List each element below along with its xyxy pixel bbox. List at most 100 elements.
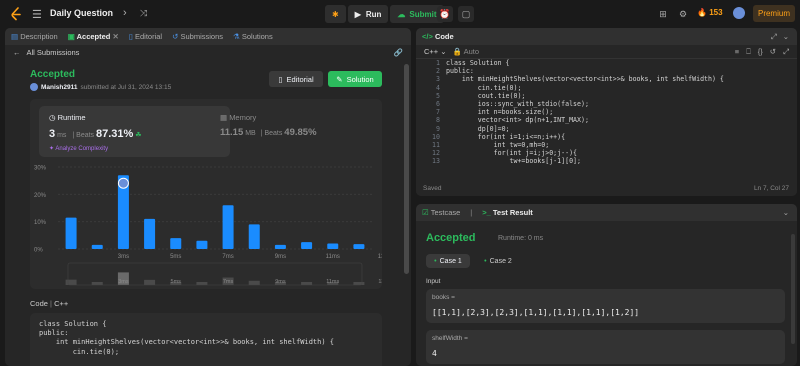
dot-icon: • [484,257,487,265]
runtime-unit: ms [57,132,67,139]
code-editor-panel: </> Code ⤢ ⌄ C++ ⌄ 🔒 Auto ≡ ⎕{} ↺ ⤢ 12345678… [416,28,797,196]
editorial-button[interactable]: ▯ Editorial [269,71,323,87]
line-number: 10 [432,132,440,141]
memory-header[interactable]: ▦ Memory [220,113,256,122]
tab-description[interactable]: ▤ Description [11,32,58,41]
result-status: Accepted [426,232,476,244]
cursor-position: Ln 7, Col 27 [753,185,789,192]
alarm-clock-icon[interactable]: ⏰ [437,6,453,22]
tab-test-result[interactable]: >_ Test Result [482,208,533,217]
notes-icon[interactable]: ▢ [458,6,474,22]
auto-mode-toggle[interactable]: 🔒 Auto [453,47,479,56]
code-line: int n=books.size(); [446,108,554,117]
distribution-bar [222,205,234,249]
tab-testcase[interactable]: ☑ Testcase [422,208,460,217]
left-tabs: ▤ Description ▣ Accepted ✕ ▯ Editorial ↺… [5,28,411,45]
left-scrollbar[interactable] [404,64,409,274]
case-1-button[interactable]: • Case 1 [426,254,470,268]
lock-icon: 🔒 [452,47,462,56]
code-language: C++ [54,299,69,308]
tab-solutions[interactable]: ⚗ Solutions [233,32,273,41]
y-tick-label: 0% [34,248,43,254]
code-line: class Solution { [39,320,107,328]
editorial-label: Editorial [286,74,314,84]
code-editor-text[interactable]: class Solution {public: int minHeightShe… [446,59,724,166]
overview-tick-label: 5ms [171,279,182,285]
tab-editorial[interactable]: ▯ Editorial [129,32,162,41]
language-value: C++ [424,47,439,56]
code-line: int minHeightShelves(vector<vector<int>>… [446,75,724,84]
tab-label: Editorial [135,32,163,41]
memory-unit: MB [245,130,256,137]
leetcode-logo-icon[interactable] [10,7,22,21]
daily-question-title[interactable]: Daily Question [50,8,113,18]
submitter-line: Manish2911 submitted at Jul 31, 2024 13:… [30,83,171,91]
tab-submissions[interactable]: ↺ Submissions [172,32,223,41]
code-line: int minHeightShelves(vector<vector<int>>… [39,338,335,347]
submission-status: Accepted [30,69,76,80]
books-input-box[interactable]: books = [[1,1],[2,3],[2,3],[1,1],[1,1],[… [426,289,785,323]
solution-button[interactable]: ✎ Solution [328,71,382,87]
premium-button[interactable]: Premium [753,5,795,22]
overview-tick-label: 13ms [378,279,382,285]
line-number: 2 [436,67,440,76]
language-select[interactable]: C++ ⌄ [424,47,447,56]
code-editor-header: </> Code ⤢ ⌄ [416,28,797,45]
memory-beats-label: Beats [264,130,283,137]
overview-tick-label: 3ms [118,279,129,285]
distribution-bar [248,224,260,249]
shuffle-icon[interactable]: ⤨ [140,8,147,19]
top-bar: ☰ Daily Question ‹ › ⤨ ✱ ▶ Run ☁ Submit ⏰ … [0,0,800,27]
tab-accepted[interactable]: ▣ Accepted ✕ [68,32,119,41]
run-button[interactable]: ▶ Run [347,5,389,23]
braces-icon[interactable]: {} [758,47,763,57]
next-problem-icon[interactable]: › [123,7,127,19]
layout-grid-icon[interactable]: ⊞ [655,6,671,22]
problem-list-icon[interactable]: ☰ [32,8,42,21]
x-tick-label: 9ms [275,254,286,260]
submitted-code-block[interactable]: class Solution {public: int minHeightShe… [30,313,382,366]
bookmark-icon[interactable]: ⎕ [746,47,751,57]
distribution-bar [353,244,365,249]
save-status: Saved [423,185,442,192]
distribution-bar [301,242,313,249]
maximize-icon[interactable]: ⤢ [771,32,777,42]
code-line: cin.tie(0); [446,83,522,92]
collapse-icon[interactable]: ⌄ [783,208,789,217]
submit-button[interactable]: ☁ Submit [390,5,444,23]
expand-icon[interactable]: ⤢ [783,47,789,57]
user-position-avatar [117,177,129,189]
submission-content: Accepted Manish2911 submitted at Jul 31,… [5,60,411,366]
code-line: for(int i=1;i<=n;i++){ [446,132,566,141]
close-icon[interactable]: ✕ [112,32,118,41]
share-link-icon[interactable]: 🔗 [394,48,403,57]
reset-icon[interactable]: ↺ [770,47,776,57]
settings-gear-icon[interactable]: ⚙ [675,6,691,22]
prev-problem-icon[interactable]: ‹ [107,7,111,19]
case-2-button[interactable]: • Case 2 [476,254,520,268]
tab-label: Solutions [241,32,273,41]
clock-icon: ◷ [49,113,56,122]
streak-counter[interactable]: 🔥 153 [697,8,723,17]
minimize-icon[interactable]: ⌄ [783,32,789,42]
debug-button[interactable]: ✱ [325,5,346,23]
case-label: Case 2 [489,257,512,265]
overview-bar [65,279,77,285]
user-avatar[interactable] [733,7,745,19]
distribution-bar [327,243,339,249]
back-arrow-icon[interactable]: ← [13,48,21,57]
result-tabs: ☑ Testcase | >_ Test Result ⌄ [416,204,797,221]
analyze-complexity-link[interactable]: ✦ Analyze Complexity [49,145,108,152]
shelfwidth-input-box[interactable]: shelfWidth = 4 [426,330,785,364]
code-line: ios::sync_with_stdio(false); [446,100,589,109]
username[interactable]: Manish2911 [41,84,78,91]
overview-bar [144,279,156,285]
run-label: Run [365,9,382,19]
runtime-box[interactable]: ◷ Runtime 3 ms | Beats 87.31% ☘ ✦ Analyz… [39,106,230,157]
result-scrollbar[interactable] [791,234,795,344]
format-code-icon[interactable]: ≡ [735,47,739,57]
line-number: 1 [436,59,440,67]
code-line: dp[0]=0; [446,124,510,133]
all-submissions-link[interactable]: All Submissions [27,48,80,57]
editor-status-bar: Saved Ln 7, Col 27 [416,181,797,196]
